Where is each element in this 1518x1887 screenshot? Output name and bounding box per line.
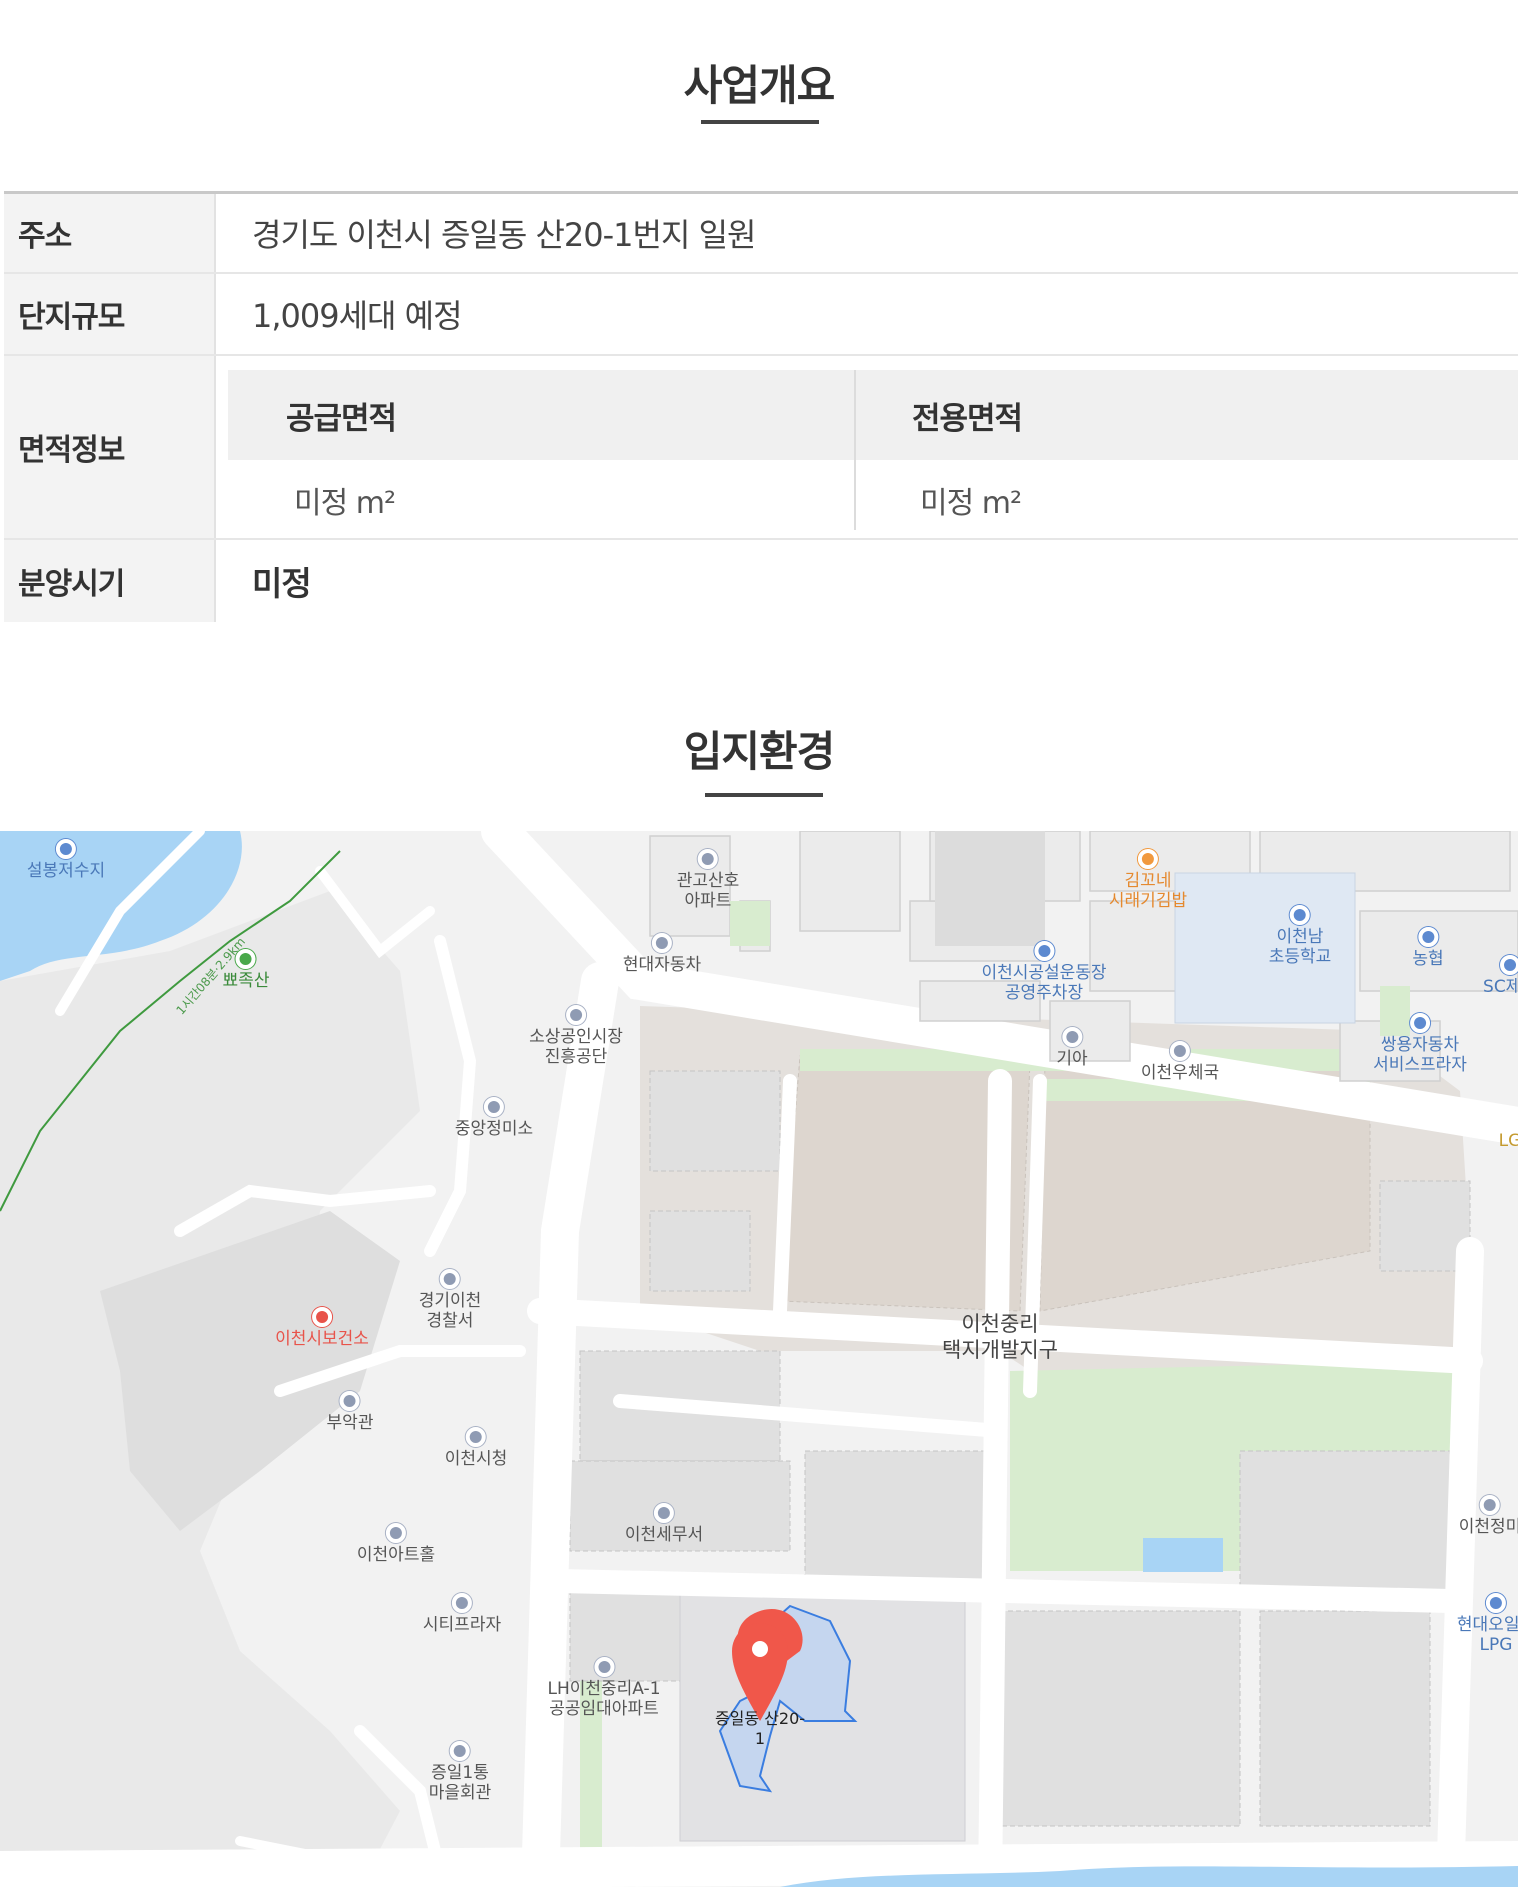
poi-parking[interactable]: 이천시공설운동장 공영주차장 [981,941,1107,1003]
building-icon [451,1593,472,1613]
restaurant-icon [1137,849,1158,869]
poi-village-hall[interactable]: 증일1통 마을회관 [429,1741,491,1803]
place-icon [651,933,672,953]
school-icon [1290,905,1310,925]
place-icon [1062,1027,1082,1047]
location-map[interactable]: 1시간08분·2.9km LG 설봉저수지 뾰족산 관고산호 아파트 현대자동차… [0,831,1518,1887]
building-icon [698,849,718,869]
area-row: 면적정보 공급면적 전용면적 미정 m² 미정 m² [4,356,1518,540]
poi-city-plaza[interactable]: 시티프라자 [423,1593,501,1635]
place-icon [450,1741,470,1761]
poi-gas-station[interactable]: 현대오일뱅 LPG [1457,1593,1518,1655]
building-icon [594,1657,614,1677]
place-icon [1480,1495,1500,1515]
water-icon [55,839,76,859]
car-service-icon [1410,1013,1430,1033]
scale-label: 단지규모 [4,274,216,354]
address-label: 주소 [4,194,216,272]
poi-reservoir[interactable]: 설봉저수지 [27,839,105,881]
overview-title: 사업개요 [683,61,836,110]
hospital-icon [312,1307,332,1327]
location-title-underline [705,793,823,797]
poi-tax-office[interactable]: 이천세무서 [625,1503,703,1545]
address-row: 주소 경기도 이천시 증일동 산20-1번지 일원 [4,194,1518,274]
poi-hyundai[interactable]: 현대자동차 [623,933,701,975]
poi-mountain[interactable]: 뾰족산 [223,949,269,991]
police-icon [440,1269,460,1289]
lg-label: LG [1498,1131,1518,1151]
mountain-icon [235,949,256,969]
exclusive-area-header: 전용면적 [856,370,1518,460]
poi-health-center[interactable]: 이천시보건소 [275,1307,369,1349]
address-value: 경기도 이천시 증일동 산20-1번지 일원 [252,216,756,254]
poi-police[interactable]: 경기이천 경찰서 [419,1269,481,1331]
poi-buakgwan[interactable]: 부악관 [327,1391,373,1433]
sale-row: 분양시기 미정 [4,540,1518,622]
poi-art-hall[interactable]: 이천아트홀 [357,1523,435,1565]
gas-station-icon [1485,1593,1506,1613]
overview-table: 주소 경기도 이천시 증일동 산20-1번지 일원 단지규모 1,009세대 예… [4,191,1518,622]
sale-label: 분양시기 [4,540,216,622]
scale-row: 단지규모 1,009세대 예정 [4,274,1518,356]
supply-area-value: 미정 m² [294,486,396,521]
place-icon [653,1503,674,1523]
supply-area-header: 공급면적 [228,370,854,460]
poi-restaurant[interactable]: 김꼬네 시래기김밥 [1109,849,1187,911]
place-icon [339,1391,360,1411]
area-label: 면적정보 [4,356,216,538]
location-title: 입지환경 [683,727,836,776]
bank-icon [1418,927,1438,947]
overview-title-underline [701,120,819,124]
poi-post-office[interactable]: 이천우체국 [1141,1041,1219,1083]
place-icon [566,1005,586,1025]
sale-value: 미정 [252,564,312,603]
scale-value: 1,009세대 예정 [252,297,463,335]
poi-school[interactable]: 이천남 초등학교 [1269,905,1331,967]
poi-rice-mill-2[interactable]: 이천정미 [1459,1495,1518,1537]
parking-icon [1034,941,1054,961]
pin-label: 증일동 산20- 1 [714,1709,806,1748]
place-icon [483,1097,504,1117]
exclusive-area-value: 미정 m² [920,486,1022,521]
poi-apartment-1[interactable]: 관고산호 아파트 [677,849,739,911]
post-icon [1169,1041,1190,1061]
poi-lh-apartment[interactable]: LH이천중리A-1 공공임대아파트 [547,1657,661,1719]
theater-icon [385,1523,406,1543]
government-icon [466,1427,486,1447]
poi-bank-sc[interactable]: SC제일 [1483,955,1518,997]
district-label: 이천중리 택지개발지구 [942,1312,1058,1362]
poi-rice-mill[interactable]: 중앙정미소 [455,1097,533,1139]
poi-bank-nh[interactable]: 농협 [1412,927,1444,969]
poi-kia[interactable]: 기아 [1056,1027,1088,1069]
poi-ssangyong[interactable]: 쌍용자동차 서비스프라자 [1373,1013,1467,1075]
poi-semas[interactable]: 소상공인시장 진흥공단 [529,1005,623,1067]
bank-icon [1499,955,1518,975]
poi-city-hall[interactable]: 이천시청 [445,1427,507,1469]
